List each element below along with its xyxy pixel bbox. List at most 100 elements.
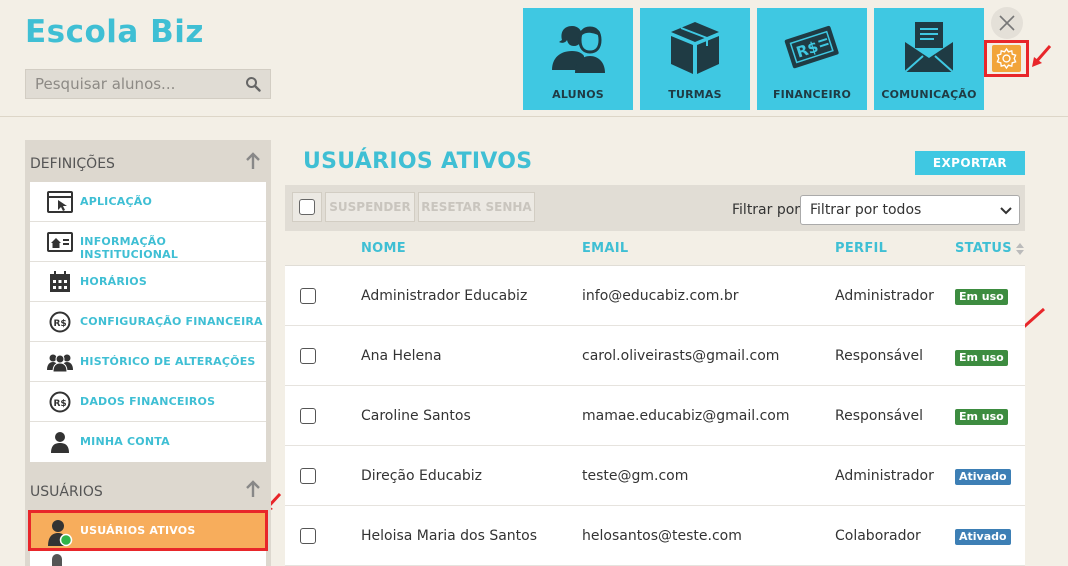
- search-icon[interactable]: [245, 76, 261, 92]
- window-cursor-icon: [47, 191, 73, 213]
- currency-icon: R$: [49, 311, 71, 333]
- group-icon: [47, 354, 73, 373]
- close-button[interactable]: [991, 7, 1023, 39]
- cell-name: Heloisa Maria dos Santos: [361, 528, 538, 544]
- nav-tile-comunicacao[interactable]: COMUNICAÇÃO: [874, 8, 984, 110]
- settings-button-bg: [992, 45, 1021, 72]
- sidebar-item-minha-conta[interactable]: MINHA CONTA: [30, 422, 266, 462]
- cell-email: carol.oliveirasts@gmail.com: [582, 348, 780, 364]
- calendar-icon: [50, 271, 70, 292]
- nav-tile-financeiro[interactable]: R$ FINANCEIRO: [757, 8, 867, 110]
- users-table: NOME EMAIL PERFIL STATUS Administrador E…: [285, 231, 1025, 566]
- suspend-button[interactable]: SUSPENDER: [325, 192, 415, 222]
- table-row[interactable]: Heloisa Maria dos Santos helosantos@test…: [285, 506, 1025, 566]
- page-title: USUÁRIOS ATIVOS: [303, 149, 533, 174]
- svg-text:R$: R$: [54, 319, 67, 329]
- sort-icon[interactable]: [1016, 243, 1024, 255]
- sidebar-section-definitions[interactable]: DEFINIÇÕES: [30, 140, 266, 180]
- sidebar-item-label: HISTÓRICO DE ALTERAÇÕES: [80, 355, 256, 368]
- envelope-icon: [904, 22, 954, 73]
- section-title: DEFINIÇÕES: [30, 156, 115, 172]
- chevron-down-icon: [1000, 207, 1012, 215]
- filter-select[interactable]: Filtrar por todos: [800, 195, 1020, 225]
- definitions-menu: APLICAÇÃO INFORMAÇÃO INSTITUCIONAL HORÁR…: [30, 182, 266, 462]
- nav-tile-alunos[interactable]: ALUNOS: [523, 8, 633, 110]
- reset-password-button[interactable]: RESETAR SENHA: [418, 192, 535, 222]
- top-bar: Escola Biz ALUNOS TURMAS: [0, 0, 1068, 117]
- gear-icon: [996, 47, 1017, 70]
- export-button[interactable]: EXPORTAR: [915, 151, 1025, 175]
- next-item-icon-partial: [52, 554, 62, 566]
- column-header-status[interactable]: STATUS: [955, 241, 1012, 256]
- students-icon: [552, 26, 605, 73]
- currency-icon: R$: [49, 391, 71, 413]
- svg-text:R$: R$: [54, 399, 67, 409]
- column-header-profile[interactable]: PERFIL: [835, 241, 887, 256]
- user-online-icon: [48, 520, 73, 547]
- sidebar-section-users[interactable]: USUÁRIOS: [30, 468, 266, 508]
- nav-tile-label: FINANCEIRO: [772, 88, 852, 101]
- user-icon: [51, 432, 69, 453]
- sidebar-item-configuracao-financeira[interactable]: R$ CONFIGURAÇÃO FINANCEIRA: [30, 302, 266, 342]
- nav-tile-label: ALUNOS: [552, 88, 604, 101]
- cell-email: info@educabiz.com.br: [582, 288, 739, 304]
- sidebar-item-label: MINHA CONTA: [80, 435, 170, 448]
- cell-profile: Responsável: [835, 348, 923, 364]
- cell-email: teste@gm.com: [582, 468, 689, 484]
- search-box: [25, 69, 271, 99]
- column-header-name[interactable]: NOME: [361, 241, 406, 256]
- nav-tile-label: COMUNICAÇÃO: [881, 88, 977, 101]
- sidebar-item-informacao-institucional[interactable]: INFORMAÇÃO INSTITUCIONAL: [30, 222, 266, 262]
- sidebar-item-label: INFORMAÇÃO INSTITUCIONAL: [80, 235, 179, 261]
- table-row[interactable]: Caroline Santos mamae.educabiz@gmail.com…: [285, 386, 1025, 446]
- table-toolbar: SUSPENDER RESETAR SENHA Filtrar por Filt…: [285, 185, 1025, 231]
- search-input[interactable]: [26, 70, 242, 98]
- row-checkbox[interactable]: [300, 348, 316, 364]
- sidebar: DEFINIÇÕES APLICAÇÃO INFORMAÇÃO INSTITUC…: [25, 140, 271, 566]
- money-icon: R$: [784, 25, 839, 69]
- cell-profile: Colaborador: [835, 528, 921, 544]
- column-header-email[interactable]: EMAIL: [582, 241, 629, 256]
- row-checkbox[interactable]: [300, 288, 316, 304]
- table-row[interactable]: Direção Educabiz teste@gm.com Administra…: [285, 446, 1025, 506]
- home-card-icon: [47, 232, 73, 252]
- cell-name: Administrador Educabiz: [361, 288, 528, 304]
- nav-tile-label: TURMAS: [668, 88, 722, 101]
- table-row[interactable]: Administrador Educabiz info@educabiz.com…: [285, 266, 1025, 326]
- select-all-wrapper: [292, 192, 322, 222]
- collapse-arrow-icon[interactable]: [246, 152, 260, 170]
- table-header: NOME EMAIL PERFIL STATUS: [285, 231, 1025, 266]
- cell-name: Ana Helena: [361, 348, 442, 364]
- sidebar-item-label: USUÁRIOS ATIVOS: [80, 524, 196, 537]
- cell-name: Direção Educabiz: [361, 468, 483, 484]
- status-badge: Em uso: [955, 350, 1008, 366]
- cell-profile: Responsável: [835, 408, 923, 424]
- sidebar-item-dados-financeiros[interactable]: R$ DADOS FINANCEIROS: [30, 382, 266, 422]
- sidebar-item-aplicacao[interactable]: APLICAÇÃO: [30, 182, 266, 222]
- filter-label: Filtrar por: [732, 202, 801, 218]
- sidebar-item-label: DADOS FINANCEIROS: [80, 395, 216, 408]
- close-icon: [999, 15, 1015, 31]
- sidebar-item-horarios[interactable]: HORÁRIOS: [30, 262, 266, 302]
- status-badge: Ativado: [955, 529, 1011, 545]
- row-checkbox[interactable]: [300, 528, 316, 544]
- select-all-checkbox[interactable]: [299, 199, 315, 215]
- sidebar-item-label: HORÁRIOS: [80, 275, 147, 288]
- row-checkbox[interactable]: [300, 408, 316, 424]
- row-checkbox[interactable]: [300, 468, 316, 484]
- settings-button[interactable]: [984, 40, 1029, 77]
- cell-email: helosantos@teste.com: [582, 528, 742, 544]
- brand-logo: Escola Biz: [25, 14, 204, 50]
- sidebar-item-label: CONFIGURAÇÃO FINANCEIRA: [80, 315, 263, 328]
- nav-tile-turmas[interactable]: TURMAS: [640, 8, 750, 110]
- cell-name: Caroline Santos: [361, 408, 471, 424]
- sidebar-item-usuarios-ativos[interactable]: USUÁRIOS ATIVOS: [28, 510, 268, 551]
- table-row[interactable]: Ana Helena carol.oliveirasts@gmail.com R…: [285, 326, 1025, 386]
- sidebar-item-historico[interactable]: HISTÓRICO DE ALTERAÇÕES: [30, 342, 266, 382]
- cell-profile: Administrador: [835, 288, 934, 304]
- status-badge: Em uso: [955, 409, 1008, 425]
- collapse-arrow-icon[interactable]: [246, 480, 260, 498]
- box-icon: [671, 22, 719, 74]
- section-title: USUÁRIOS: [30, 484, 103, 500]
- status-badge: Ativado: [955, 469, 1011, 485]
